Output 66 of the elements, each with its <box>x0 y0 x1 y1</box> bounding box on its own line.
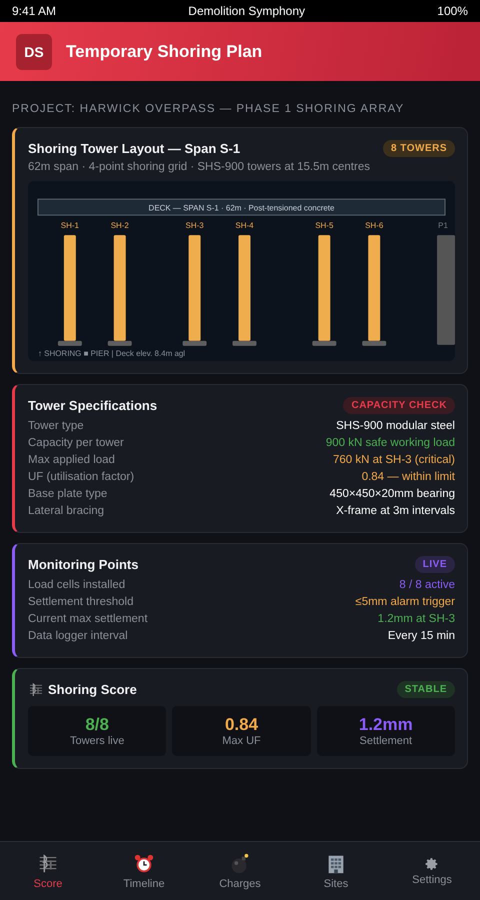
status-time: 9:41 AM <box>12 4 56 18</box>
spec-value: Every 15 min <box>388 629 455 644</box>
card-title: Shoring Tower Layout — Span S-1 <box>28 141 240 156</box>
tower-label: SH-2 <box>110 221 129 230</box>
spec-label: Lateral bracing <box>28 504 104 519</box>
spec-label: Base plate type <box>28 487 108 502</box>
card-title: Monitoring Points <box>28 557 138 572</box>
music-score-icon <box>37 852 59 874</box>
base-plate <box>232 340 256 346</box>
bomb-icon <box>229 852 251 874</box>
tower-label: SH-3 <box>186 221 204 230</box>
status-badge: STABLE <box>396 681 455 698</box>
status-badge: CAPACITY CHECK <box>343 397 455 414</box>
stat-label: Max UF <box>222 735 261 747</box>
page-title: Temporary Shoring Plan <box>66 42 262 62</box>
nav-tab[interactable]: Timeline <box>96 842 192 900</box>
spec-label: Tower type <box>28 419 84 434</box>
spec-label: UF (utilisation factor) <box>28 470 134 485</box>
base-plate <box>58 340 82 346</box>
tower-label: SH-5 <box>315 221 334 230</box>
project-heading: PROJECT: HARWICK OVERPASS — PHASE 1 SHORING ARRAY <box>12 103 406 115</box>
stat-label: Settlement <box>360 735 412 747</box>
tower-label: SH-6 <box>365 221 384 230</box>
spec-value: 760 kN at SH-3 (critical) <box>332 453 455 468</box>
app-logo: DS <box>16 34 52 70</box>
pier-label: P1 <box>438 221 448 230</box>
card-title: Shoring Score <box>48 682 137 697</box>
base-plate <box>312 340 336 346</box>
spec-label: Load cells installed <box>28 578 126 593</box>
music-score-icon <box>28 682 44 698</box>
alarm-clock-icon <box>133 852 155 874</box>
base-plate <box>108 340 132 346</box>
stat-label: Towers live <box>70 735 124 747</box>
card-title: Tower Specifications <box>28 398 158 413</box>
stat-value: 0.84 <box>224 715 258 735</box>
tower-count-badge: 8 TOWERS <box>382 140 455 157</box>
nav-tab[interactable]: Score <box>0 842 96 900</box>
spec-label: Capacity per tower <box>28 436 124 451</box>
spec-value: SHS-900 modular steel <box>336 419 455 434</box>
card-subtitle: 62m span · 4-point shoring grid · SHS-900 towers at 15.5m centres <box>28 161 371 173</box>
deck-label: DECK — SPAN S-1 · 62m · Post-tensioned concrete <box>148 204 334 213</box>
tower-label: SH-1 <box>60 221 79 230</box>
nav-tab[interactable]: Charges <box>192 842 288 900</box>
battery-level: 100% <box>437 4 468 18</box>
base-plate <box>182 340 207 346</box>
spec-value: ≤5mm alarm trigger <box>355 595 455 610</box>
spec-value: 1.2mm at SH-3 <box>378 612 455 627</box>
stat-value: 1.2mm <box>358 715 413 735</box>
spec-value: 0.84 — within limit <box>362 470 455 485</box>
tower-label: SH-4 <box>235 221 254 230</box>
nav-tab[interactable]: Sites <box>288 842 384 900</box>
base-plate <box>362 340 386 346</box>
spec-label: Max applied load <box>28 453 115 468</box>
settings-icon <box>425 856 439 870</box>
spec-label: Settlement threshold <box>28 595 134 610</box>
status-title: Demolition Symphony <box>188 4 306 18</box>
spec-value: X-frame at 3m intervals <box>336 504 455 519</box>
status-badge: LIVE <box>414 556 455 573</box>
spec-value: 450×450×20mm bearing <box>330 487 455 502</box>
stat-value: 8/8 <box>85 715 109 735</box>
diagram-legend: ↑ SHORING ■ PIER | Deck elev. 8.4m agl <box>38 348 186 358</box>
spec-label: Current max settlement <box>28 612 148 627</box>
spec-value: 900 kN safe working load <box>326 436 455 451</box>
spec-value: 8 / 8 active <box>399 578 455 593</box>
spec-label: Data logger interval <box>28 629 128 644</box>
nav-tab[interactable]: Settings <box>384 842 480 900</box>
